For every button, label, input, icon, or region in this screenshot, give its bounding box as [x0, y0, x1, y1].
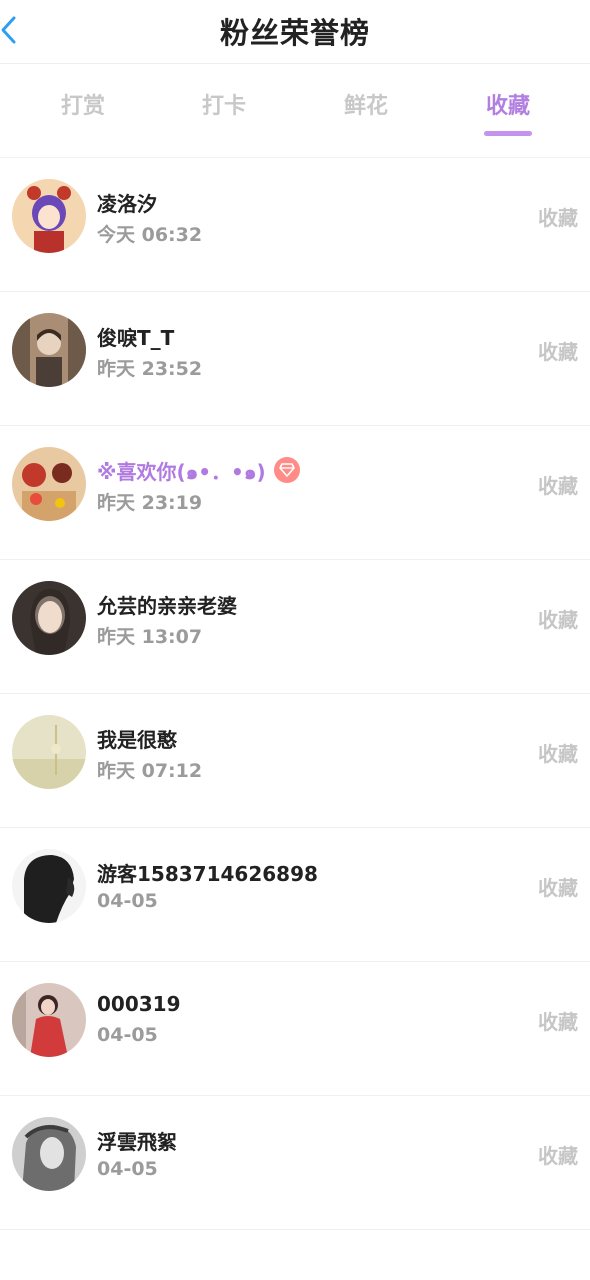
avatar[interactable] — [12, 849, 86, 923]
favorite-label: 收藏 — [538, 742, 578, 766]
timestamp: 昨天 23:52 — [97, 358, 203, 380]
tab-flowers-label: 鲜花 — [343, 94, 388, 119]
tab-bar: 打赏 打卡 鲜花 收藏 — [0, 64, 590, 158]
timestamp: 昨天 23:19 — [97, 492, 203, 514]
avatar[interactable] — [12, 447, 86, 521]
list-item[interactable]: 游客1583714626898 04-05 收藏 — [0, 828, 590, 962]
favorite-label: 收藏 — [538, 474, 578, 498]
timestamp: 04-05 — [97, 1024, 158, 1046]
top-bar: 粉丝荣誉榜 — [0, 0, 590, 64]
user-name: 浮雲飛絮 — [97, 1130, 177, 1154]
tab-flowers[interactable]: 鲜花 — [316, 88, 416, 138]
avatar[interactable] — [12, 983, 86, 1057]
list-item[interactable]: ※喜欢你(๑•．•๑) 昨天 23:19 收藏 — [0, 426, 590, 560]
favorite-label: 收藏 — [538, 1010, 578, 1034]
favorite-label: 收藏 — [538, 206, 578, 230]
tab-favorites-label: 收藏 — [485, 94, 530, 119]
avatar[interactable] — [12, 581, 86, 655]
user-name: 凌洛汐 — [97, 192, 157, 216]
favorite-label: 收藏 — [538, 608, 578, 632]
avatar[interactable] — [12, 313, 86, 387]
page-title: 粉丝荣誉榜 — [219, 16, 370, 50]
timestamp: 04-05 — [97, 890, 158, 912]
timestamp: 今天 06:32 — [97, 224, 203, 246]
list-item[interactable]: 允芸的亲亲老婆 昨天 13:07 收藏 — [0, 560, 590, 694]
user-name: 000319 — [97, 992, 181, 1016]
tab-reward-label: 打赏 — [60, 94, 105, 119]
favorite-label: 收藏 — [538, 340, 578, 364]
favorite-label: 收藏 — [538, 876, 578, 900]
list-item[interactable]: 凌洛汐 今天 06:32 收藏 — [0, 158, 590, 292]
tab-checkin-label: 打卡 — [201, 94, 246, 119]
avatar[interactable] — [12, 179, 86, 253]
user-name: ※喜欢你(๑•．•๑) — [97, 456, 300, 488]
diamond-icon — [273, 457, 300, 483]
user-name: 允芸的亲亲老婆 — [97, 594, 237, 618]
user-name: 游客1583714626898 — [97, 862, 318, 886]
user-name-text: ※喜欢你(๑•．•๑) — [97, 460, 266, 484]
user-name: 俊唳T_T — [97, 326, 175, 350]
tab-reward[interactable]: 打赏 — [33, 88, 133, 138]
tab-checkin[interactable]: 打卡 — [174, 88, 274, 138]
timestamp: 昨天 13:07 — [97, 626, 203, 648]
list-item[interactable]: 俊唳T_T 昨天 23:52 收藏 — [0, 292, 590, 426]
list-item[interactable]: 我是很憨 昨天 07:12 收藏 — [0, 694, 590, 828]
tab-favorites[interactable]: 收藏 — [458, 88, 558, 138]
timestamp: 04-05 — [97, 1158, 158, 1180]
active-tab-indicator — [484, 131, 532, 136]
avatar[interactable] — [12, 715, 86, 789]
timestamp: 昨天 07:12 — [97, 760, 203, 782]
list-item[interactable]: 浮雲飛絮 04-05 收藏 — [0, 1096, 590, 1230]
favorite-label: 收藏 — [538, 1144, 578, 1168]
avatar[interactable] — [12, 1117, 86, 1191]
list-item[interactable]: 000319 04-05 收藏 — [0, 962, 590, 1096]
user-name: 我是很憨 — [97, 728, 177, 752]
